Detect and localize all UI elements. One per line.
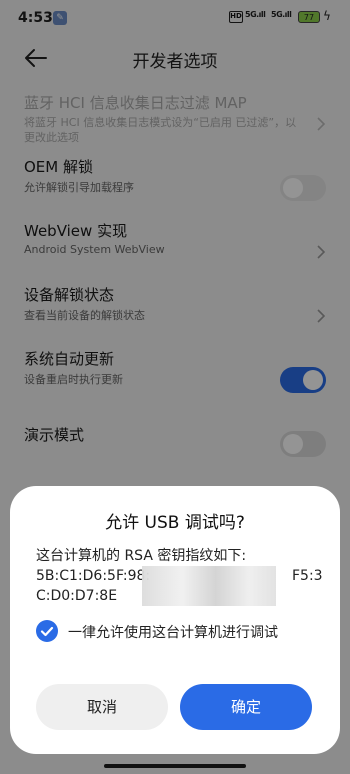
dialog-message: 这台计算机的 RSA 密钥指纹如下: 5B:C1:D6:5F:98: F5:3 … [36, 546, 326, 606]
home-indicator[interactable] [104, 764, 246, 768]
dialog-title: 允许 USB 调试吗? [105, 513, 245, 533]
fingerprint-line1-end: F5:3 [292, 568, 323, 584]
rsa-fingerprint: 5B:C1:D6:5F:98: F5:3 C:D0:D7:8E [36, 566, 326, 606]
always-allow-option[interactable]: 一律允许使用这台计算机进行调试 [36, 620, 326, 644]
cancel-button[interactable]: 取消 [36, 684, 168, 730]
checkbox-checked[interactable] [36, 620, 58, 642]
ok-button[interactable]: 确定 [180, 684, 312, 730]
checkmark-icon [40, 626, 54, 637]
usb-debug-dialog: 允许 USB 调试吗? 这台计算机的 RSA 密钥指纹如下: 5B:C1:D6:… [10, 486, 340, 754]
redaction-blur [142, 566, 276, 606]
always-allow-label: 一律允许使用这台计算机进行调试 [68, 625, 278, 641]
rsa-intro-text: 这台计算机的 RSA 密钥指纹如下: [36, 548, 247, 564]
fingerprint-line1: 5B:C1:D6:5F:98: [36, 568, 151, 584]
